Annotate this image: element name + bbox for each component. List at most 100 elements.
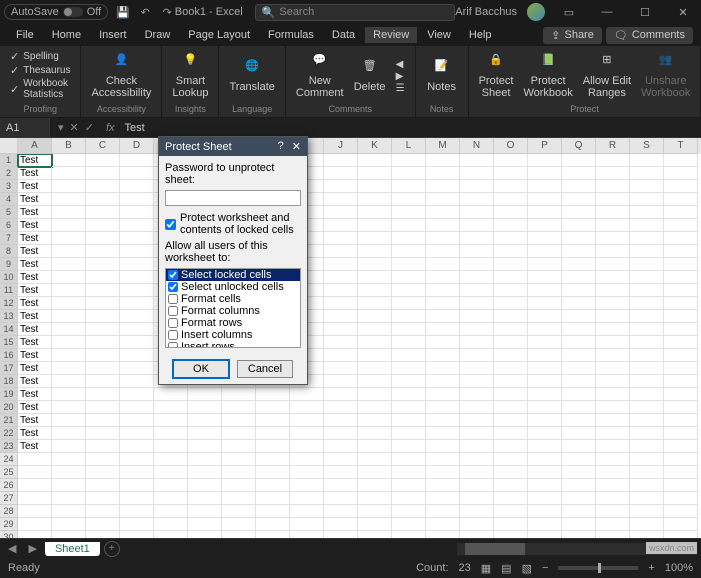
cell[interactable] (358, 180, 392, 193)
cell[interactable] (120, 518, 154, 531)
permissions-list[interactable]: Select locked cellsSelect unlocked cells… (165, 268, 301, 348)
row-header[interactable]: 4 (0, 193, 18, 206)
cell[interactable] (52, 492, 86, 505)
prev-comment-icon[interactable]: ◀ (396, 59, 405, 70)
cell[interactable] (664, 310, 698, 323)
cell[interactable] (120, 505, 154, 518)
cell[interactable] (188, 388, 222, 401)
cell[interactable] (528, 193, 562, 206)
cell[interactable] (324, 245, 358, 258)
cell[interactable] (562, 323, 596, 336)
cell[interactable] (392, 492, 426, 505)
cell[interactable] (596, 518, 630, 531)
column-header[interactable]: A (18, 138, 52, 154)
sheet-tab[interactable]: Sheet1 (45, 542, 100, 556)
row-header[interactable]: 11 (0, 284, 18, 297)
cell[interactable] (528, 531, 562, 538)
cell[interactable] (222, 427, 256, 440)
cell[interactable] (494, 310, 528, 323)
cell[interactable] (52, 284, 86, 297)
menu-data[interactable]: Data (324, 27, 363, 43)
cell[interactable] (222, 479, 256, 492)
cell[interactable] (358, 310, 392, 323)
cell[interactable] (256, 440, 290, 453)
cell[interactable] (494, 193, 528, 206)
row-header[interactable]: 1 (0, 154, 18, 167)
cell[interactable] (358, 375, 392, 388)
cell[interactable] (494, 466, 528, 479)
cell[interactable] (358, 362, 392, 375)
cell[interactable] (120, 323, 154, 336)
cell[interactable] (188, 492, 222, 505)
cell[interactable] (562, 349, 596, 362)
cell[interactable] (52, 466, 86, 479)
cell[interactable] (528, 258, 562, 271)
cell[interactable] (460, 440, 494, 453)
column-header[interactable]: S (630, 138, 664, 154)
tab-prev-icon[interactable]: ◀ (4, 542, 20, 555)
cell[interactable] (86, 362, 120, 375)
cell[interactable] (18, 531, 52, 538)
cell[interactable]: Test (18, 167, 52, 180)
cell[interactable] (528, 492, 562, 505)
row-header[interactable]: 30 (0, 531, 18, 538)
cell[interactable] (528, 297, 562, 310)
cell[interactable] (460, 427, 494, 440)
cell[interactable] (630, 206, 664, 219)
cell[interactable] (290, 440, 324, 453)
cell[interactable] (494, 180, 528, 193)
cell[interactable] (290, 492, 324, 505)
cell[interactable] (562, 427, 596, 440)
cell[interactable] (52, 245, 86, 258)
cell[interactable] (426, 440, 460, 453)
avatar[interactable] (527, 3, 545, 21)
cell[interactable]: Test (18, 440, 52, 453)
cell[interactable] (86, 440, 120, 453)
cell[interactable] (358, 518, 392, 531)
cell[interactable] (664, 219, 698, 232)
column-header[interactable]: N (460, 138, 494, 154)
cell[interactable]: Test (18, 284, 52, 297)
cell[interactable] (256, 388, 290, 401)
cell[interactable] (630, 362, 664, 375)
cell[interactable] (460, 453, 494, 466)
cell[interactable]: Test (18, 336, 52, 349)
cell[interactable] (528, 336, 562, 349)
cell[interactable] (324, 362, 358, 375)
cell[interactable] (86, 388, 120, 401)
permission-item[interactable]: Format cells (166, 293, 300, 305)
row-header[interactable]: 27 (0, 492, 18, 505)
autosave-toggle[interactable]: AutoSave Off (4, 4, 108, 20)
cell[interactable] (596, 492, 630, 505)
cell[interactable] (460, 245, 494, 258)
cell[interactable] (86, 401, 120, 414)
cell[interactable] (52, 167, 86, 180)
cell[interactable] (426, 206, 460, 219)
cell[interactable] (426, 492, 460, 505)
cell[interactable] (86, 206, 120, 219)
cell[interactable] (426, 284, 460, 297)
cell[interactable] (562, 271, 596, 284)
cell[interactable] (630, 479, 664, 492)
cell[interactable] (324, 232, 358, 245)
cell[interactable] (154, 401, 188, 414)
cell[interactable] (120, 427, 154, 440)
cell[interactable] (324, 167, 358, 180)
fx-icon[interactable]: fx (102, 122, 119, 134)
cell[interactable] (392, 245, 426, 258)
cell[interactable] (86, 245, 120, 258)
row-header[interactable]: 17 (0, 362, 18, 375)
cell[interactable] (392, 453, 426, 466)
cell[interactable] (630, 180, 664, 193)
ok-button[interactable]: OK (173, 360, 229, 378)
cell[interactable] (358, 206, 392, 219)
protect-sheet-button[interactable]: 🔒Protect Sheet (475, 48, 518, 104)
cell[interactable] (324, 466, 358, 479)
cell[interactable] (154, 518, 188, 531)
cell[interactable] (154, 505, 188, 518)
cell[interactable] (290, 401, 324, 414)
cell[interactable] (596, 245, 630, 258)
cell[interactable] (460, 206, 494, 219)
menu-review[interactable]: Review (365, 27, 417, 43)
cell[interactable] (630, 531, 664, 538)
